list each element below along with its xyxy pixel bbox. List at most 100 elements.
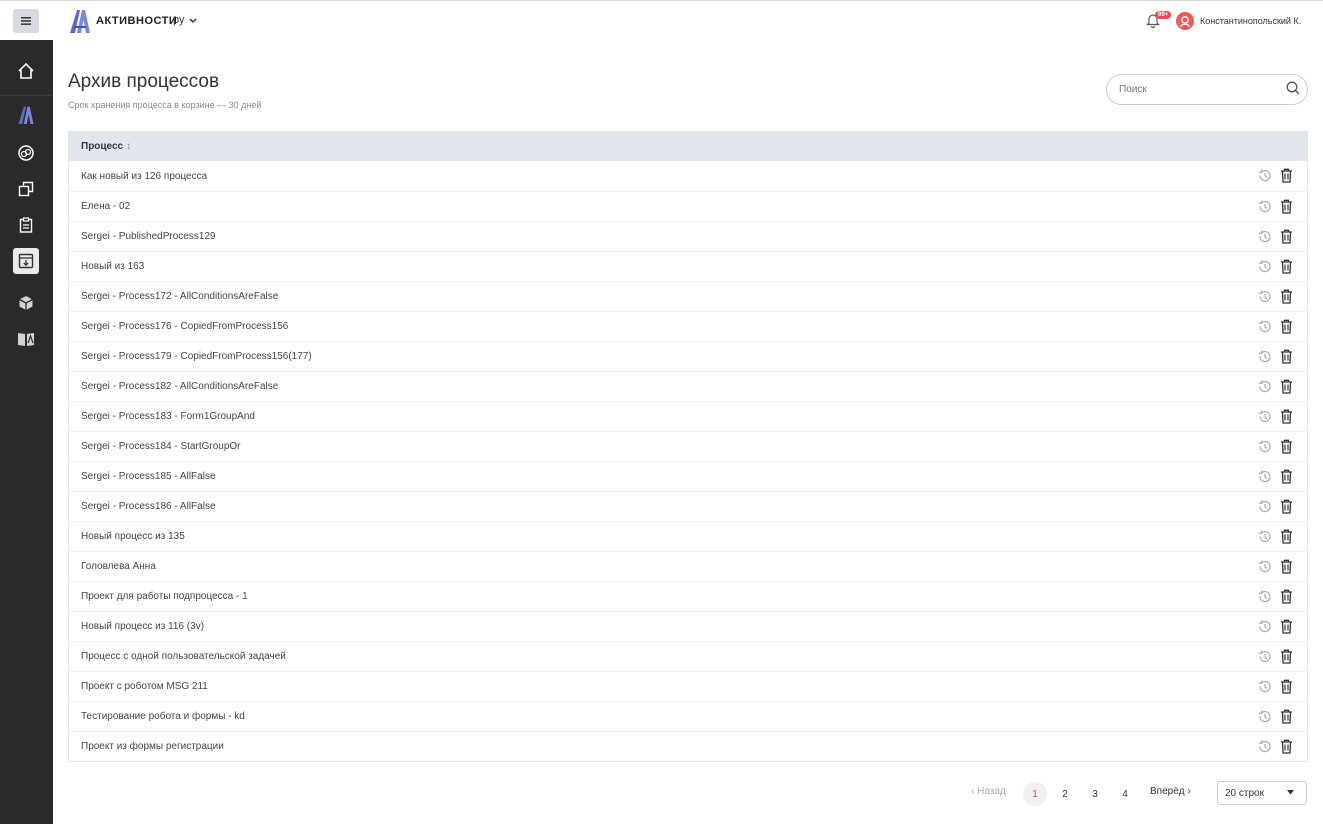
next-page-button[interactable]: Вперёд › [1150,786,1191,797]
trash-icon[interactable] [1280,199,1293,214]
table-row[interactable]: Елена - 02 [69,191,1307,221]
restore-history-icon[interactable] [1257,379,1272,394]
sidebar-item-activities[interactable] [13,102,39,128]
table-row[interactable]: Sergei - Process182 - AllConditionsAreFa… [69,371,1307,401]
row-actions [1257,529,1293,544]
sidebar-item-tasks[interactable] [13,212,39,238]
table-row[interactable]: Sergei - Process185 - AllFalse [69,461,1307,491]
pagination: ‹ Назад 1234 Вперёд › 20 строк [68,781,1308,806]
table-row[interactable]: Sergei - Process176 - CopiedFromProcess1… [69,311,1307,341]
app-logo[interactable]: АКТИВНОСТИ [68,8,177,34]
restore-history-icon[interactable] [1257,289,1272,304]
trash-icon[interactable] [1280,529,1293,544]
restore-history-icon[interactable] [1257,199,1272,214]
row-actions [1257,589,1293,604]
trash-icon[interactable] [1280,499,1293,514]
column-header-process[interactable]: Процесс [81,141,123,152]
trash-icon[interactable] [1280,289,1293,304]
chevron-down-icon [189,18,196,23]
table-row[interactable]: Проект для работы подпроцесса - 1 [69,581,1307,611]
search-icon[interactable] [1286,81,1300,95]
trash-icon[interactable] [1280,589,1293,604]
trash-icon[interactable] [1280,439,1293,454]
process-name: Sergei - Process172 - AllConditionsAreFa… [81,291,279,302]
restore-history-icon[interactable] [1257,529,1272,544]
restore-history-icon[interactable] [1257,168,1272,183]
sidebar-item-archive[interactable] [13,248,39,274]
sidebar-item-integrations[interactable] [13,140,39,166]
language-select[interactable]: ру [173,14,197,26]
restore-history-icon[interactable] [1257,559,1272,574]
restore-history-icon[interactable] [1257,259,1272,274]
restore-history-icon[interactable] [1257,619,1272,634]
page-number-button[interactable]: 1 [1023,782,1047,806]
language-label: ру [173,14,185,26]
restore-history-icon[interactable] [1257,349,1272,364]
restore-history-icon[interactable] [1257,319,1272,334]
row-actions [1257,168,1293,183]
sidebar-item-docs[interactable] [13,326,39,352]
trash-icon[interactable] [1280,319,1293,334]
trash-icon[interactable] [1280,469,1293,484]
restore-history-icon[interactable] [1257,589,1272,604]
user-name[interactable]: Константинопольский К. [1200,16,1301,26]
restore-history-icon[interactable] [1257,439,1272,454]
page-number-button[interactable]: 3 [1083,782,1107,806]
table-row[interactable]: Головлева Анна [69,551,1307,581]
search-input[interactable] [1106,74,1308,105]
avatar[interactable] [1176,12,1194,30]
menu-toggle-button[interactable] [13,9,39,33]
trash-icon[interactable] [1280,709,1293,724]
table-row[interactable]: Sergei - Process184 - StartGroupOr [69,431,1307,461]
restore-history-icon[interactable] [1257,709,1272,724]
restore-history-icon[interactable] [1257,739,1272,754]
trash-icon[interactable] [1280,409,1293,424]
table-row[interactable]: Новый процесс из 135 [69,521,1307,551]
restore-history-icon[interactable] [1257,469,1272,484]
trash-icon[interactable] [1280,379,1293,394]
restore-history-icon[interactable] [1257,679,1272,694]
table-row[interactable]: Проект с роботом MSG 211 [69,671,1307,701]
sidebar-item-templates[interactable] [13,176,39,202]
page-number-button[interactable]: 2 [1053,782,1077,806]
process-name: Елена - 02 [81,201,131,212]
sort-icon[interactable]: ↕ [126,141,131,152]
rows-per-page-value: 20 строк [1225,787,1264,799]
row-actions [1257,379,1293,394]
processes-table: Процесс ↕ Как новый из 126 процесса Елена… [68,131,1308,762]
restore-history-icon[interactable] [1257,499,1272,514]
trash-icon[interactable] [1280,559,1293,574]
row-actions [1257,649,1293,664]
row-actions [1257,349,1293,364]
table-row[interactable]: Как новый из 126 процесса [69,161,1307,191]
table-row[interactable]: Новый из 163 [69,251,1307,281]
sidebar-item-objects[interactable] [13,290,39,316]
table-row[interactable]: Sergei - Process183 - Form1GroupAnd [69,401,1307,431]
trash-icon[interactable] [1280,349,1293,364]
table-row[interactable]: Sergei - PublishedProcess129 [69,221,1307,251]
trash-icon[interactable] [1280,649,1293,664]
trash-icon[interactable] [1280,168,1293,183]
table-row[interactable]: Новый процесс из 116 (3v) [69,611,1307,641]
page-number-button[interactable]: 4 [1113,782,1137,806]
table-row[interactable]: Процесс с одной пользовательской задачей [69,641,1307,671]
restore-history-icon[interactable] [1257,649,1272,664]
rows-per-page-select[interactable]: 20 строк [1217,781,1307,805]
cube-icon [19,296,33,310]
sidebar-item-home[interactable] [13,58,39,84]
row-actions [1257,469,1293,484]
trash-icon[interactable] [1280,619,1293,634]
table-row[interactable]: Sergei - Process179 - CopiedFromProcess1… [69,341,1307,371]
table-row[interactable]: Тестирование робота и формы - kd [69,701,1307,731]
prev-page-button[interactable]: ‹ Назад [971,786,1006,797]
trash-icon[interactable] [1280,679,1293,694]
trash-icon[interactable] [1280,739,1293,754]
restore-history-icon[interactable] [1257,409,1272,424]
trash-icon[interactable] [1280,259,1293,274]
restore-history-icon[interactable] [1257,229,1272,244]
table-row[interactable]: Sergei - Process172 - AllConditionsAreFa… [69,281,1307,311]
trash-icon[interactable] [1280,229,1293,244]
table-row[interactable]: Проект из формы регистрации [69,731,1307,761]
process-name: Головлева Анна [81,561,156,572]
table-row[interactable]: Sergei - Process186 - AllFalse [69,491,1307,521]
